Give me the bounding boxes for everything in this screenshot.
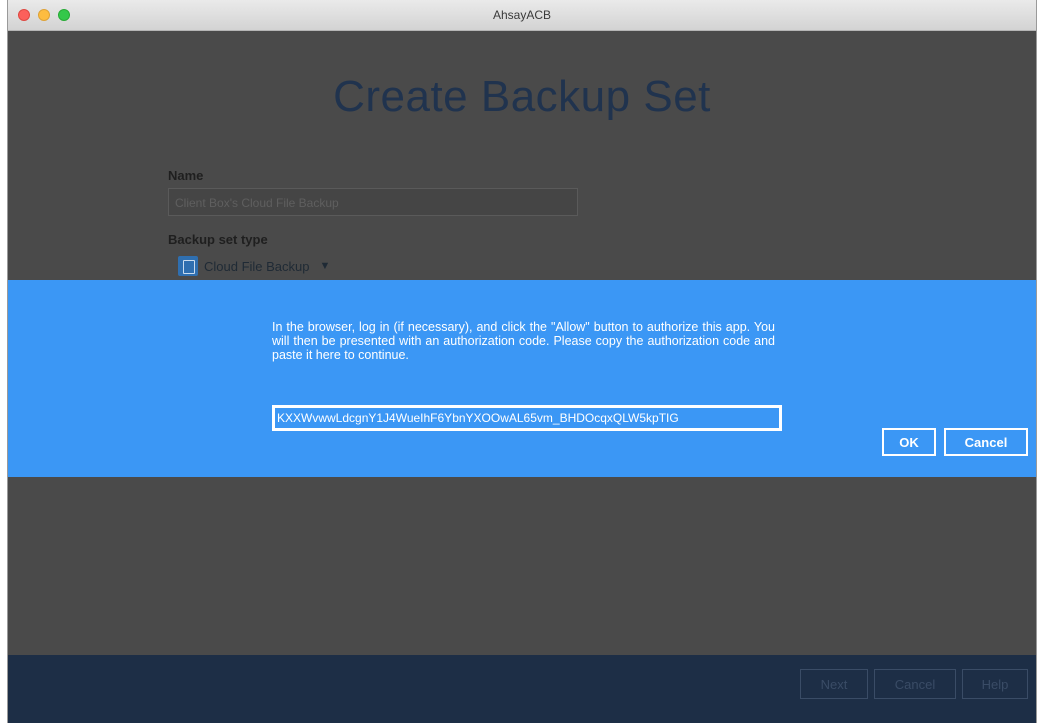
cloud-file-backup-icon xyxy=(178,256,198,276)
dialog-message: In the browser, log in (if necessary), a… xyxy=(272,320,775,362)
footer-cancel-button[interactable]: Cancel xyxy=(874,669,956,699)
footer-bar: Next Cancel Help xyxy=(8,655,1036,723)
next-button[interactable]: Next xyxy=(800,669,868,699)
chevron-down-icon: ▼ xyxy=(319,260,331,272)
backup-set-type-select[interactable]: Cloud File Backup ▼ xyxy=(178,253,330,279)
page-title: Create Backup Set xyxy=(333,72,711,121)
authorization-dialog: In the browser, log in (if necessary), a… xyxy=(8,280,1036,477)
help-button[interactable]: Help xyxy=(962,669,1028,699)
title-bar: AhsayACB xyxy=(8,0,1036,31)
app-window: AhsayACB Create Backup Set Name Client B… xyxy=(8,0,1036,723)
backup-set-type-label: Backup set type xyxy=(168,232,268,247)
backup-set-type-value: Cloud File Backup xyxy=(204,258,310,274)
window-title: AhsayACB xyxy=(492,8,552,22)
ok-button[interactable]: OK xyxy=(882,428,936,456)
dialog-cancel-button[interactable]: Cancel xyxy=(944,428,1028,456)
name-input[interactable]: Client Box's Cloud File Backup xyxy=(168,188,578,216)
authorization-code-value: KXXWvwwLdcgnY1J4WueIhF6YbnYXOOwAL65vm_BH… xyxy=(275,408,779,428)
authorization-code-input[interactable]: KXXWvwwLdcgnY1J4WueIhF6YbnYXOOwAL65vm_BH… xyxy=(272,405,782,431)
name-label: Name xyxy=(168,168,204,183)
